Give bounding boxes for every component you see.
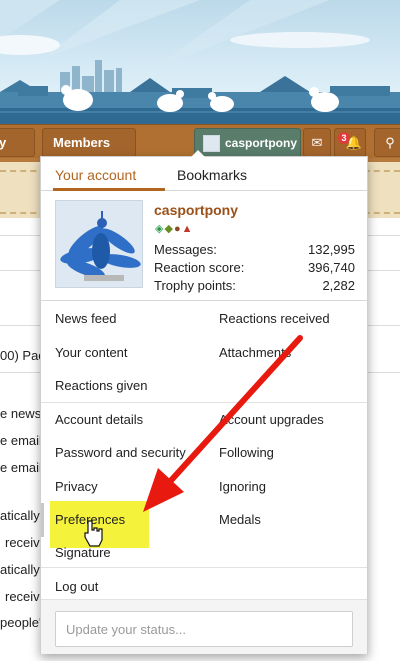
menu-signature[interactable]: Signature xyxy=(55,545,111,560)
hover-indicator xyxy=(41,503,44,537)
menu-medals[interactable]: Medals xyxy=(219,512,261,527)
menu-your-content[interactable]: Your content xyxy=(55,345,128,360)
stat-value: 132,995 xyxy=(308,242,355,257)
profile-summary: casportpony ◈◆●▲ Messages: 132,995 React… xyxy=(41,191,367,301)
nav-tab-members[interactable]: Members xyxy=(42,128,136,174)
trophy-icon: ◆ xyxy=(164,223,174,235)
background-text: e email xyxy=(0,433,42,448)
stat-label: Messages: xyxy=(154,242,217,257)
nav-tab-forums-label: y xyxy=(0,135,7,150)
nav-tab-members-label: Members xyxy=(53,135,111,150)
menu-preferences[interactable]: Preferences xyxy=(55,512,125,527)
envelope-icon: ✉ xyxy=(311,135,323,150)
menu-reactions-received[interactable]: Reactions received xyxy=(219,311,330,326)
alerts-button[interactable]: 3 🔔 xyxy=(334,128,366,157)
menu-log-out[interactable]: Log out xyxy=(55,579,98,594)
menu-account-upgrades[interactable]: Account upgrades xyxy=(219,412,324,427)
background-text: atically xyxy=(0,562,40,577)
menu-separator xyxy=(41,567,367,568)
notification-badge: 3 xyxy=(338,132,350,144)
peacock-avatar-image xyxy=(60,211,141,281)
trophy-icons: ◈◆●▲ xyxy=(155,222,193,235)
profile-username[interactable]: casportpony xyxy=(154,202,238,218)
tab-your-account[interactable]: Your account xyxy=(53,157,165,191)
search-button[interactable]: ⚲ xyxy=(374,128,400,157)
background-text: e news xyxy=(0,406,42,421)
trophy-icon: ▲ xyxy=(181,223,194,235)
dropdown-pointer xyxy=(191,150,205,157)
stat-label: Reaction score: xyxy=(154,260,245,275)
background-text: e email xyxy=(0,460,42,475)
stat-value: 396,740 xyxy=(308,260,355,275)
nav-tab-forums[interactable]: y xyxy=(0,128,35,174)
stat-trophy-points: Trophy points: 2,282 xyxy=(154,278,355,293)
status-update-area xyxy=(41,599,367,654)
background-text: atically xyxy=(0,508,40,523)
mini-avatar xyxy=(203,135,220,152)
background-text: people' xyxy=(0,615,42,630)
menu-account-details[interactable]: Account details xyxy=(55,412,143,427)
menu-attachments[interactable]: Attachments xyxy=(219,345,291,360)
banner-illustration xyxy=(0,0,400,125)
menu-ignoring[interactable]: Ignoring xyxy=(219,479,266,494)
search-icon: ⚲ xyxy=(385,135,395,150)
stat-label: Trophy points: xyxy=(154,278,236,293)
dropdown-tabs: Your account Bookmarks xyxy=(41,157,367,191)
site-banner xyxy=(0,0,400,125)
menu-news-feed[interactable]: News feed xyxy=(55,311,116,326)
menu-separator xyxy=(41,402,367,403)
trophy-icon: ● xyxy=(173,223,182,235)
account-dropdown: Your account Bookmarks casportpony ◈◆●▲ xyxy=(40,150,368,654)
status-input[interactable] xyxy=(55,611,353,647)
menu-following[interactable]: Following xyxy=(219,445,274,460)
stat-messages: Messages: 132,995 xyxy=(154,242,355,257)
tab-bookmarks[interactable]: Bookmarks xyxy=(177,157,247,191)
background-text: receiv xyxy=(5,589,40,604)
menu-password-security[interactable]: Password and security xyxy=(55,445,186,460)
background-text: receiv xyxy=(5,535,40,550)
avatar[interactable] xyxy=(55,200,143,288)
stat-value: 2,282 xyxy=(322,278,355,293)
menu-reactions-given[interactable]: Reactions given xyxy=(55,378,148,393)
background-text: 00) Pac xyxy=(0,348,45,363)
account-menu-button[interactable]: casportpony xyxy=(194,128,301,158)
menu-privacy[interactable]: Privacy xyxy=(55,479,98,494)
stat-reaction-score: Reaction score: 396,740 xyxy=(154,260,355,275)
account-username: casportpony xyxy=(225,136,298,150)
inbox-button[interactable]: ✉ xyxy=(303,128,331,157)
